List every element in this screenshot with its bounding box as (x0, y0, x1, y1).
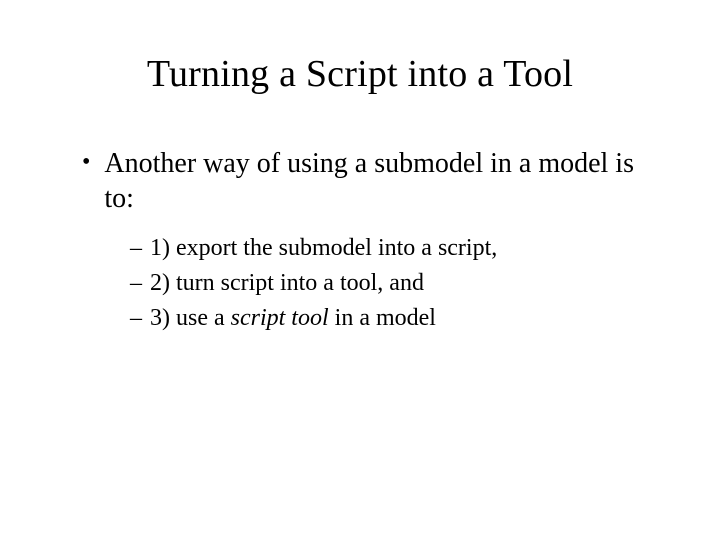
slide-container: Turning a Script into a Tool • Another w… (0, 0, 720, 540)
sub-text: 3) use a script tool in a model (150, 301, 436, 336)
sub-text-suffix: in a model (329, 305, 436, 331)
sub-text: 2) turn script into a tool, and (150, 266, 424, 301)
sub-list: – 1) export the submodel into a script, … (130, 231, 660, 335)
bullet-marker: • (82, 146, 90, 180)
sub-marker: – (130, 301, 142, 336)
slide-title: Turning a Script into a Tool (60, 52, 660, 96)
sub-text-italic: script tool (231, 305, 329, 331)
sub-item-3: – 3) use a script tool in a model (130, 301, 660, 336)
sub-text: 1) export the submodel into a script, (150, 231, 497, 266)
sub-marker: – (130, 266, 142, 301)
bullet-item-1: • Another way of using a submodel in a m… (82, 146, 660, 216)
sub-marker: – (130, 231, 142, 266)
sub-text-prefix: 3) use a (150, 305, 231, 331)
sub-item-1: – 1) export the submodel into a script, (130, 231, 660, 266)
bullet-text: Another way of using a submodel in a mod… (104, 146, 660, 216)
sub-item-2: – 2) turn script into a tool, and (130, 266, 660, 301)
